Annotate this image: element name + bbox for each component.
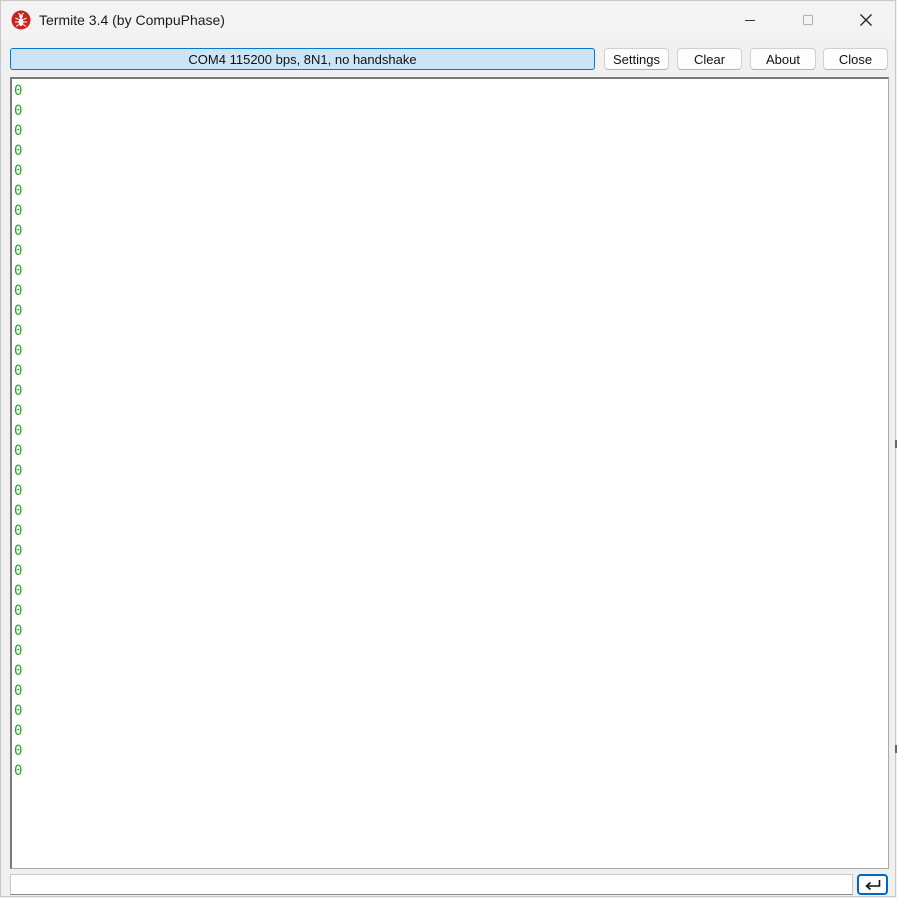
- terminal-line: 0: [14, 683, 23, 699]
- send-button[interactable]: [857, 874, 888, 895]
- port-status-text: COM4 115200 bps, 8N1, no handshake: [188, 51, 417, 67]
- terminal-line: 0: [14, 503, 23, 519]
- terminal-line: 0: [14, 743, 23, 759]
- terminal-line: 0: [14, 363, 23, 379]
- port-status-bar[interactable]: COM4 115200 bps, 8N1, no handshake: [10, 48, 595, 70]
- terminal-line: 0: [14, 103, 23, 119]
- close-button[interactable]: Close: [823, 48, 888, 70]
- terminal-line: 0: [14, 123, 23, 139]
- maximize-icon: [803, 15, 813, 25]
- terminal-line: 0: [14, 223, 23, 239]
- termite-app-icon: [11, 10, 31, 30]
- terminal-line: 0: [14, 403, 23, 419]
- terminal-line: 0: [14, 543, 23, 559]
- terminal-line: 0: [14, 383, 23, 399]
- terminal-line: 0: [14, 263, 23, 279]
- send-input-field[interactable]: [10, 874, 853, 895]
- clear-button[interactable]: Clear: [677, 48, 742, 70]
- terminal-line: 0: [14, 563, 23, 579]
- terminal-line: 0: [14, 723, 23, 739]
- terminal-line: 0: [14, 203, 23, 219]
- terminal-output[interactable]: 0 0 0 0 0 0 0 0 0 0 0 0 0 0 0 0 0 0 0 0 0 0 0 0 0 0 0 0 0 0 0 0 0 0 0: [10, 77, 889, 869]
- terminal-line: 0: [14, 283, 23, 299]
- about-button[interactable]: About: [750, 48, 816, 70]
- title-bar[interactable]: Termite 3.4 (by CompuPhase): [1, 1, 895, 39]
- termite-window: Termite 3.4 (by CompuPhase) COM4 115200 …: [0, 0, 896, 897]
- terminal-line: 0: [14, 183, 23, 199]
- terminal-line: 0: [14, 303, 23, 319]
- enter-return-icon: [864, 879, 880, 890]
- minimize-button[interactable]: [721, 1, 779, 39]
- terminal-line: 0: [14, 423, 23, 439]
- terminal-line: 0: [14, 523, 23, 539]
- window-close-button[interactable]: [837, 1, 895, 39]
- terminal-line: 0: [14, 323, 23, 339]
- terminal-lines: 0 0 0 0 0 0 0 0 0 0 0 0 0 0 0 0 0 0 0 0 0 0 0 0 0 0 0 0 0 0 0 0 0 0 0: [14, 81, 22, 781]
- terminal-line: 0: [14, 243, 23, 259]
- close-icon: [860, 14, 872, 26]
- terminal-line: 0: [14, 483, 23, 499]
- terminal-line: 0: [14, 703, 23, 719]
- window-title: Termite 3.4 (by CompuPhase): [39, 12, 225, 28]
- maximize-button[interactable]: [779, 1, 837, 39]
- terminal-line: 0: [14, 583, 23, 599]
- minimize-icon: [745, 20, 755, 21]
- terminal-line: 0: [14, 443, 23, 459]
- terminal-line: 0: [14, 663, 23, 679]
- terminal-line: 0: [14, 163, 23, 179]
- terminal-line: 0: [14, 143, 23, 159]
- settings-button[interactable]: Settings: [604, 48, 669, 70]
- terminal-line: 0: [14, 343, 23, 359]
- terminal-line: 0: [14, 763, 23, 779]
- terminal-line: 0: [14, 83, 23, 99]
- terminal-line: 0: [14, 603, 23, 619]
- terminal-line: 0: [14, 643, 23, 659]
- terminal-line: 0: [14, 623, 23, 639]
- terminal-line: 0: [14, 463, 23, 479]
